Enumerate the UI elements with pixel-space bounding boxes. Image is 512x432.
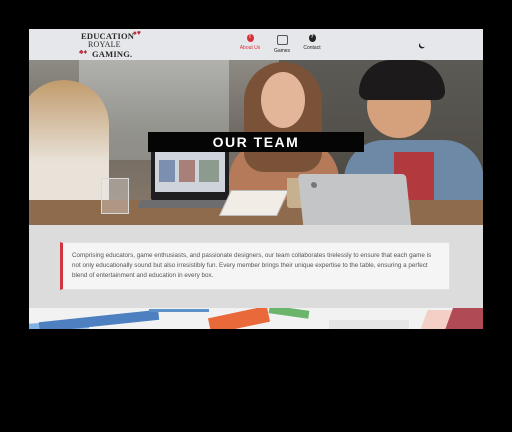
logo-line-3: GAMING. — [92, 49, 133, 59]
hero-title: OUR TEAM — [148, 132, 364, 152]
laptop-right — [297, 174, 413, 225]
moon-icon[interactable] — [419, 40, 427, 48]
hero-image: OUR TEAM — [29, 60, 483, 225]
screen-tile — [199, 160, 219, 182]
laptop-logo-icon — [310, 182, 318, 188]
person-right-hair — [359, 60, 445, 100]
nav-item-contact[interactable]: ? Contact — [294, 34, 330, 51]
person-center-face — [261, 72, 305, 128]
notebook — [218, 190, 290, 216]
shape — [207, 308, 271, 329]
shape — [444, 308, 483, 329]
suit-icon: ♣♦ — [79, 49, 88, 56]
glass — [101, 178, 129, 214]
logo-line-2: ROYALE — [88, 40, 121, 49]
nav-label: About Us — [239, 45, 261, 51]
shape — [268, 308, 310, 319]
info-icon: ! — [246, 34, 254, 42]
gamepad-icon — [276, 35, 288, 45]
navbar: EDUCATION ♠♥ ROYALE ♣♦ GAMING. ! About U… — [29, 29, 483, 60]
games-banner-image — [29, 308, 483, 329]
nav-item-about-us[interactable]: ! About Us — [232, 34, 268, 51]
logo[interactable]: EDUCATION ♠♥ ROYALE ♣♦ GAMING. — [79, 30, 153, 59]
laptop-left — [151, 148, 229, 200]
page: EDUCATION ♠♥ ROYALE ♣♦ GAMING. ! About U… — [29, 29, 483, 329]
shape — [38, 309, 160, 329]
suit-icon: ♠♥ — [133, 30, 141, 37]
intro-text: Comprising educators, game enthusiasts, … — [72, 252, 432, 279]
shape — [329, 320, 409, 329]
intro-card: Comprising educators, game enthusiasts, … — [60, 242, 450, 290]
shape — [149, 309, 209, 312]
laptop-screen — [155, 152, 225, 192]
help-icon: ? — [308, 34, 316, 42]
screen-tile — [179, 160, 195, 182]
nav-label: Contact — [303, 45, 321, 51]
screen-tile — [159, 160, 175, 182]
